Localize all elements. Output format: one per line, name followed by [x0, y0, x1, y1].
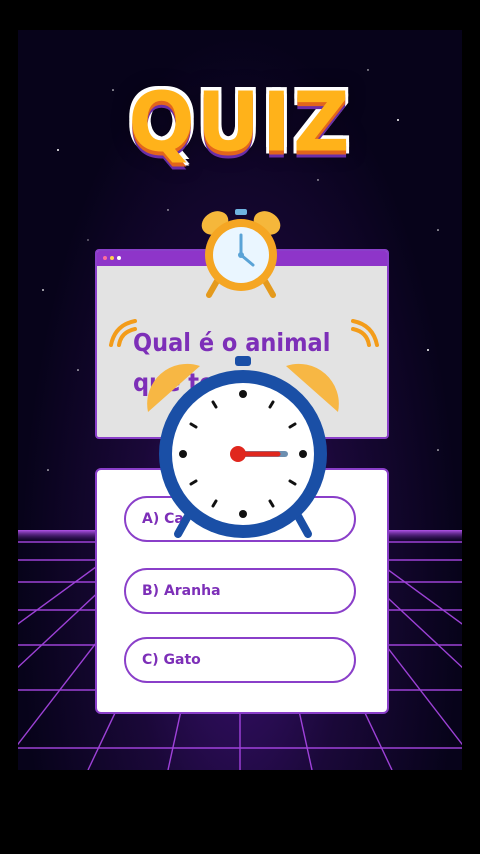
option-b-button[interactable]: B) Aranha	[124, 568, 356, 614]
quiz-logo: QUIZ	[127, 74, 352, 172]
window-dot-icon	[110, 256, 114, 260]
option-c-button[interactable]: C) Gato	[124, 637, 356, 683]
alarm-clock-icon-large	[147, 356, 339, 538]
window-dot-icon	[117, 256, 121, 260]
alarm-clock-icon-small	[201, 209, 281, 298]
window-dot-icon	[103, 256, 107, 260]
